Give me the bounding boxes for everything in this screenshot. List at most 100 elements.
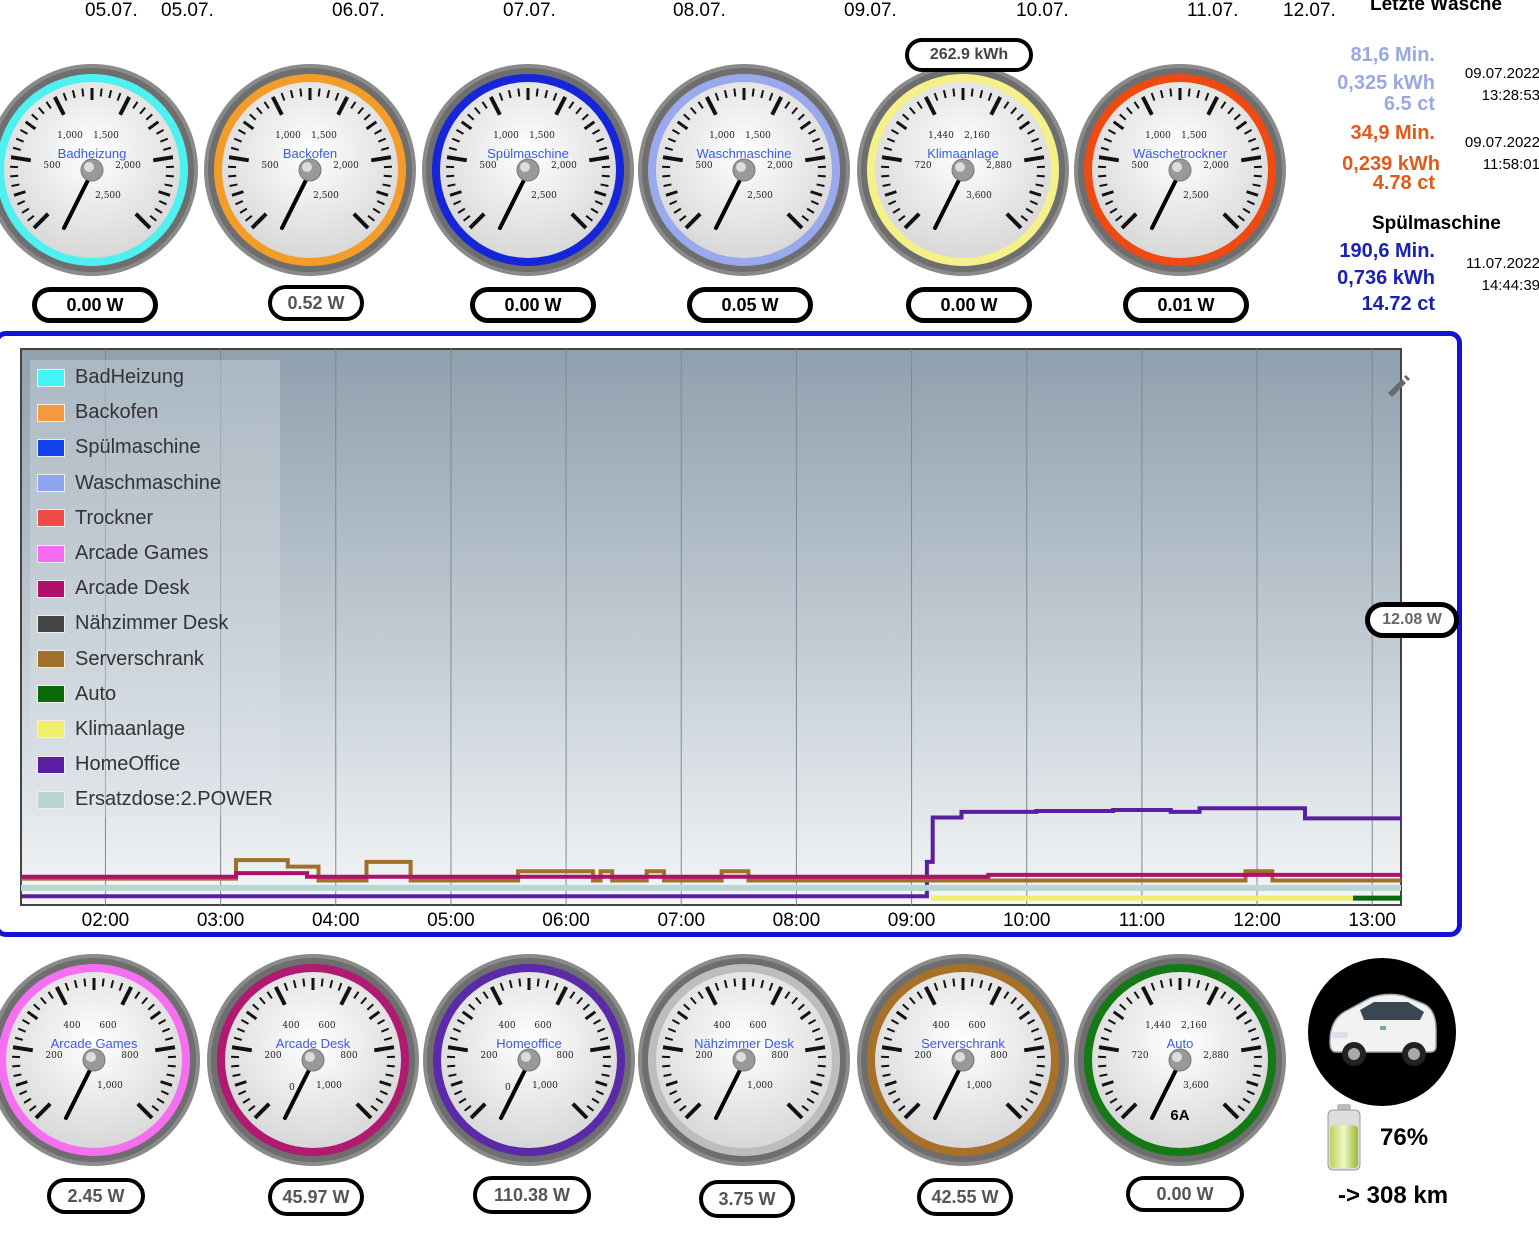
power-value-spuelmaschine: 0.00 W <box>470 287 596 323</box>
svg-text:600: 600 <box>968 1021 985 1031</box>
legend-label: Trockner <box>75 506 154 529</box>
legend-item[interactable]: Arcade Games <box>30 536 280 571</box>
gauge-auto[interactable]: 720 1,440 2,160 2,880 3,600 Auto 6A <box>1070 950 1290 1170</box>
dish-time: 14:44:39 <box>1481 277 1539 294</box>
dishwasher-title: Spülmaschine <box>1372 213 1501 234</box>
legend-item[interactable]: HomeOffice <box>30 747 280 782</box>
legend-item[interactable]: Waschmaschine <box>30 466 280 501</box>
svg-text:600: 600 <box>99 1021 116 1031</box>
svg-text:2,000: 2,000 <box>1203 161 1229 171</box>
svg-text:500: 500 <box>43 161 60 171</box>
wash-cost: 6.5 ct <box>1383 93 1435 115</box>
svg-text:2,880: 2,880 <box>1203 1051 1229 1061</box>
svg-text:2,000: 2,000 <box>333 161 359 171</box>
legend-swatch <box>37 755 65 774</box>
x-tick-label: 11:00 <box>1118 910 1165 931</box>
last-wash-title: Letzte Wäsche <box>1370 0 1502 15</box>
gauge-klimaanlage[interactable]: 720 1,440 2,160 2,880 3,600 Klimaanlage <box>853 60 1073 280</box>
legend-item[interactable]: Serverschrank <box>30 642 280 677</box>
chart-current-value: 12.08 W <box>1365 602 1459 638</box>
svg-text:1,000: 1,000 <box>97 1081 123 1091</box>
gauge-homeoffice[interactable]: 200 400 600 800 1,000 0 Homeoffice <box>419 950 639 1170</box>
legend-label: Backofen <box>75 401 159 424</box>
svg-text:2,500: 2,500 <box>747 191 773 201</box>
x-tick-label: 07:00 <box>657 910 706 931</box>
top-date-label: 07.07. <box>503 0 556 21</box>
power-value-arcade-games: 2.45 W <box>47 1178 145 1214</box>
legend-item[interactable]: Trockner <box>30 501 280 536</box>
gauge-spuelmaschine[interactable]: 500 1,000 1,500 2,000 2,500 Spülmaschine <box>418 60 638 280</box>
power-value-klimaanlage: 0.00 W <box>906 287 1032 323</box>
wash-time: 13:28:53 <box>1481 87 1539 104</box>
svg-text:500: 500 <box>261 161 278 171</box>
dish-date: 11.07.2022 <box>1466 255 1539 272</box>
svg-text:600: 600 <box>318 1021 335 1031</box>
gauge-serverschrank[interactable]: 200 400 600 800 1,000 Serverschrank <box>853 950 1073 1170</box>
legend-item[interactable]: Nähzimmer Desk <box>30 606 280 641</box>
legend-item[interactable]: Ersatzdose:2.POWER <box>30 782 280 817</box>
legend-label: Arcade Desk <box>75 577 190 600</box>
svg-text:2,000: 2,000 <box>115 161 141 171</box>
svg-text:600: 600 <box>534 1021 551 1031</box>
gauge-arcade-games[interactable]: 200 400 600 800 1,000 Arcade Games <box>0 950 204 1170</box>
legend-label: Auto <box>75 682 117 705</box>
x-tick-label: 09:00 <box>887 910 936 931</box>
svg-text:800: 800 <box>121 1051 138 1061</box>
dryer-cost: 4.78 ct <box>1372 172 1435 194</box>
legend-swatch <box>37 720 65 739</box>
svg-text:6A: 6A <box>1170 1107 1189 1124</box>
gauge-naehzimmer-desk[interactable]: 200 400 600 800 1,000 Nähzimmer Desk <box>634 950 854 1170</box>
x-tick-label: 13:00 <box>1348 910 1396 931</box>
legend-item[interactable]: Arcade Desk <box>30 571 280 606</box>
svg-text:2,000: 2,000 <box>767 161 793 171</box>
svg-text:1,500: 1,500 <box>745 131 771 141</box>
x-tick-label: 05:00 <box>427 910 475 931</box>
dish-energy: 0,736 kWh <box>1337 267 1435 289</box>
top-date-label: 08.07. <box>673 0 726 21</box>
dryer-time: 11:58:01 <box>1482 156 1539 173</box>
gauge-backofen[interactable]: 500 1,000 1,500 2,000 2,500 Backofen <box>200 60 420 280</box>
battery-icon <box>1327 1104 1361 1171</box>
power-value-naehzimmer-desk: 3.75 W <box>699 1180 795 1218</box>
svg-text:600: 600 <box>749 1021 766 1031</box>
svg-text:1,500: 1,500 <box>529 131 555 141</box>
power-value-serverschrank: 42.55 W <box>917 1178 1013 1216</box>
svg-text:2,500: 2,500 <box>95 191 121 201</box>
gauge-arcade-desk[interactable]: 200 400 600 800 1,000 0 Arcade Desk <box>203 950 423 1170</box>
svg-text:1,000: 1,000 <box>532 1081 558 1091</box>
legend-swatch <box>37 509 65 528</box>
gauge-badheizung[interactable]: 500 1,000 1,500 2,000 2,500 Badheizung <box>0 60 202 280</box>
car-icon <box>1329 993 1437 1066</box>
x-tick-label: 12:00 <box>1233 910 1281 931</box>
top-date-label: 05.07. <box>161 0 214 21</box>
top-date-label: 12.07. <box>1283 0 1336 21</box>
x-tick-label: 03:00 <box>196 910 245 931</box>
legend-item[interactable]: Backofen <box>30 395 280 430</box>
svg-text:500: 500 <box>479 161 496 171</box>
gauge-waschmaschine[interactable]: 500 1,000 1,500 2,000 2,500 Waschmaschine <box>634 60 854 280</box>
svg-text:1,500: 1,500 <box>93 131 119 141</box>
legend-item[interactable]: Klimaanlage <box>30 712 280 747</box>
svg-text:0: 0 <box>505 1083 511 1093</box>
legend-item[interactable]: Spülmaschine <box>30 430 280 465</box>
svg-text:2,500: 2,500 <box>531 191 557 201</box>
svg-text:500: 500 <box>1131 161 1148 171</box>
dryer-minutes: 34,9 Min. <box>1350 122 1435 144</box>
battery-percentage: 76% <box>1380 1124 1429 1151</box>
car-image[interactable] <box>1308 958 1456 1106</box>
legend-swatch <box>37 438 65 457</box>
dish-minutes: 190,6 Min. <box>1339 240 1435 262</box>
svg-text:0: 0 <box>289 1083 295 1093</box>
svg-text:1,000: 1,000 <box>57 131 83 141</box>
svg-text:1,000: 1,000 <box>966 1081 992 1091</box>
svg-text:1,440: 1,440 <box>1145 1021 1171 1031</box>
x-tick-label: 08:00 <box>772 910 821 931</box>
legend-label: Klimaanlage <box>75 717 186 740</box>
svg-text:200: 200 <box>480 1051 497 1061</box>
legend-item[interactable]: BadHeizung <box>30 360 280 395</box>
svg-text:1,000: 1,000 <box>1145 131 1171 141</box>
svg-text:400: 400 <box>498 1021 515 1031</box>
dryer-date: 09.07.2022 <box>1464 134 1539 151</box>
legend-item[interactable]: Auto <box>30 677 280 712</box>
svg-text:200: 200 <box>695 1051 712 1061</box>
